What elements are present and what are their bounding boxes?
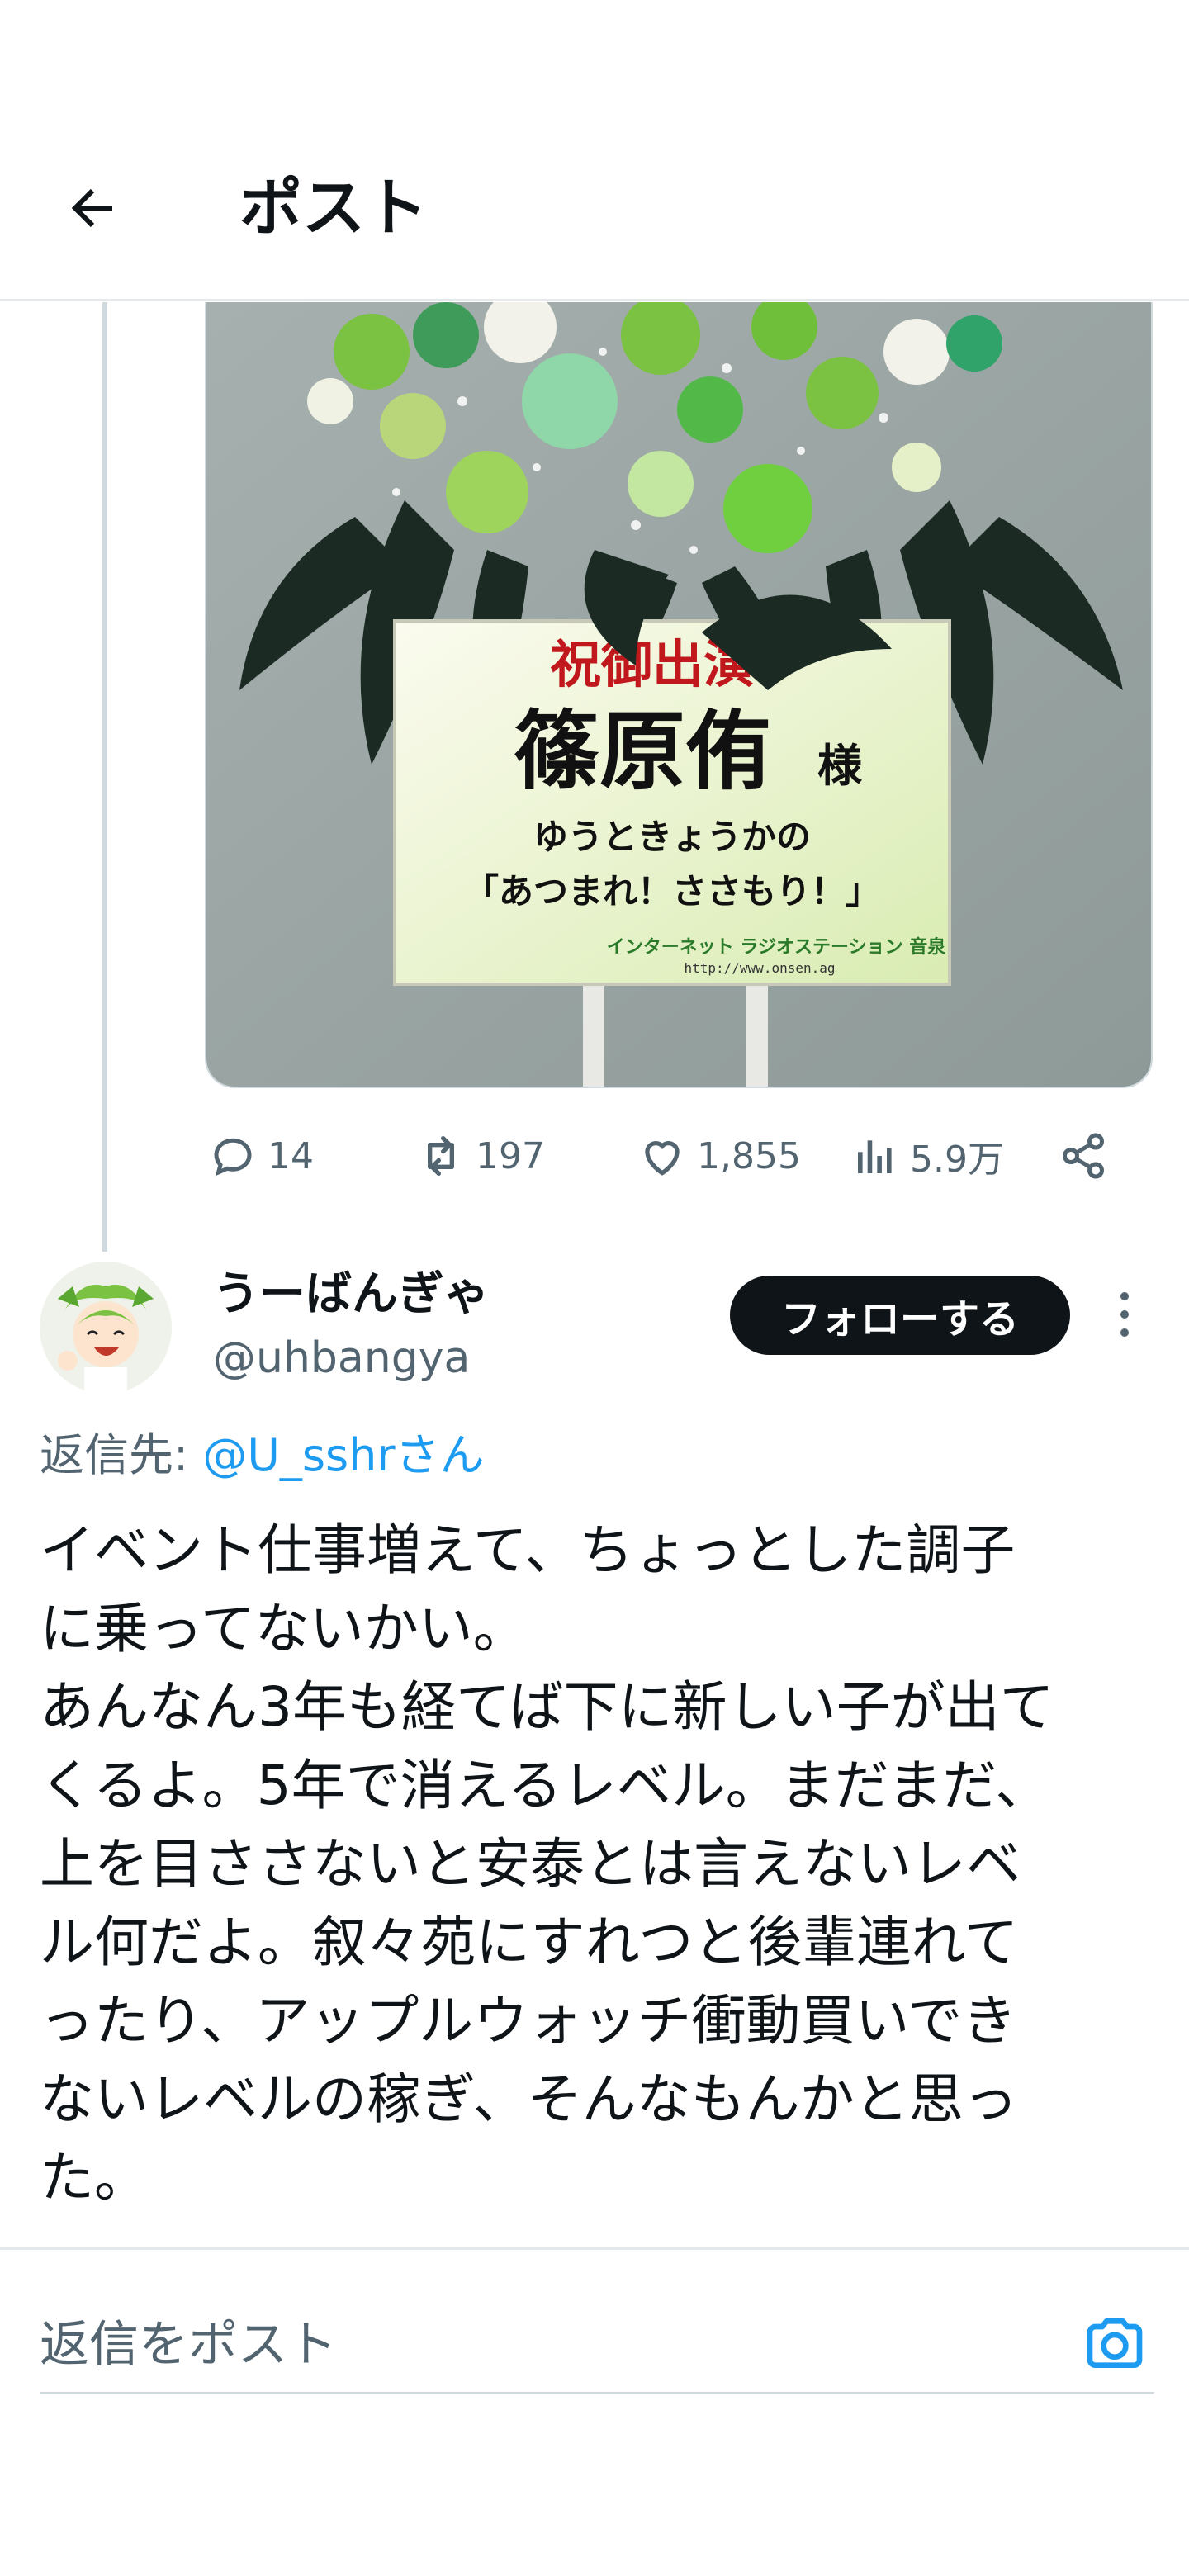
repost-count: 197	[476, 1134, 545, 1177]
more-options-button[interactable]	[1101, 1281, 1148, 1347]
thread-connector-line	[102, 302, 107, 1252]
repost-icon	[428, 1136, 454, 1176]
post-image[interactable]: 祝御出演 篠原侑 様 ゆうときょうかの 「あつまれ！ささもり！」 インターネット…	[205, 302, 1153, 1088]
follow-button[interactable]: フォローする	[730, 1276, 1070, 1355]
more-dot-icon	[1120, 1328, 1129, 1337]
repost-action[interactable]: 197	[413, 1123, 545, 1189]
top-app-bar: ポスト	[0, 0, 1189, 301]
post-text: イベント仕事増えて、ちょっとした調子 に乗ってないかい。 あんなん3年も経てば下…	[40, 1518, 1054, 2209]
reply-composer[interactable]: 返信をポスト	[40, 2295, 1154, 2394]
reply-mention-link[interactable]: @U_sshrさん	[202, 1429, 484, 1481]
reply-input[interactable]: 返信をポスト	[40, 2312, 337, 2378]
post-action-bar: 14 197 1,855 5.9万	[205, 1123, 1121, 1189]
sign-line3: ゆうときょうかの	[533, 817, 811, 857]
views-chart-icon	[858, 1140, 892, 1173]
avatar[interactable]	[40, 1262, 172, 1394]
back-button[interactable]	[50, 165, 135, 251]
camera-button[interactable]	[1075, 2304, 1154, 2383]
share-icon	[1063, 1133, 1104, 1179]
share-action[interactable]	[1055, 1123, 1118, 1189]
more-dot-icon	[1120, 1292, 1129, 1300]
author-handle[interactable]: @uhbangya	[213, 1329, 470, 1387]
arrow-left-icon	[71, 188, 112, 228]
author-display-name[interactable]: うーばんぎゃ	[213, 1263, 490, 1326]
reply-icon	[214, 1138, 252, 1177]
camera-icon	[1087, 2318, 1143, 2368]
reply-to-prefix: 返信先:	[40, 1429, 203, 1481]
reply-action[interactable]: 14	[205, 1123, 314, 1189]
views-action[interactable]: 5.9万	[847, 1123, 1004, 1189]
more-dot-icon	[1120, 1310, 1129, 1319]
sign-line4: 「あつまれ！ささもり！」	[464, 871, 880, 912]
sign-honorific: 様	[817, 740, 863, 792]
view-count: 5.9万	[910, 1139, 1004, 1181]
like-count: 1,855	[697, 1134, 801, 1177]
reply-count: 14	[268, 1134, 314, 1177]
sign-logo: インターネット ラジオステーション 音泉	[607, 936, 946, 958]
replying-to: 返信先: @U_sshrさん	[40, 1427, 485, 1485]
sign-url: http://www.onsen.ag	[684, 960, 835, 976]
like-action[interactable]: 1,855	[634, 1123, 801, 1189]
heart-icon	[645, 1141, 680, 1176]
sign-name: 篠原侑	[514, 701, 771, 802]
page-title: ポスト	[239, 171, 428, 244]
divider	[0, 2247, 1189, 2250]
